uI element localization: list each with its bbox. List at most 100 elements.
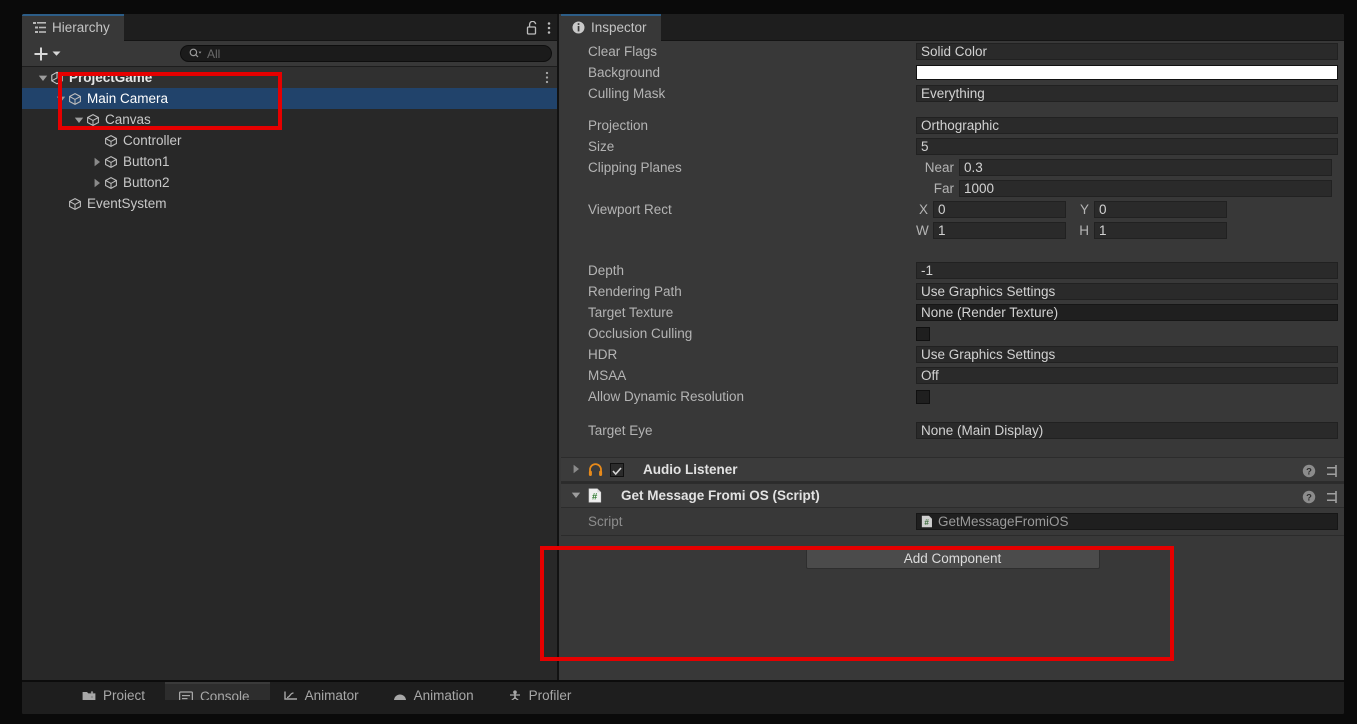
component-header-controls: ? [1302,484,1340,509]
label-far: Far [933,181,954,196]
property-row-occlusion-culling: Occlusion Culling [561,323,1344,344]
component-title: Get Message Fromi OS (Script) [621,488,820,503]
property-row-clipping-planes: Clipping Planes Near 0.3 [561,157,1344,178]
property-row-allow-dynamic-resolution: Allow Dynamic Resolution [561,386,1344,407]
label-background: Background [588,65,661,80]
field-projection[interactable]: Orthographic [916,117,1338,134]
field-size[interactable]: 5 [916,138,1338,155]
svg-text:?: ? [1306,492,1312,503]
help-circle-icon[interactable]: ? [1302,490,1316,504]
svg-text:#: # [924,518,929,527]
field-near[interactable]: 0.3 [959,159,1332,176]
hierarchy-item-controller[interactable]: Controller [22,130,557,151]
hierarchy-item-label: ProjectGame [69,70,153,85]
property-row-background: Background [561,62,1344,83]
field-value: 0 [938,202,946,217]
tab-inspector[interactable]: Inspector [561,14,661,41]
property-row-msaa: MSAA Off [561,365,1344,386]
preset-settings-icon[interactable] [1326,464,1340,478]
foldout-collapsed-icon[interactable] [90,157,104,167]
foldout-collapsed-icon[interactable] [571,461,581,479]
inspector-tabstrip: Inspector [561,14,1344,41]
hierarchy-search-input[interactable]: All [180,45,552,62]
hierarchy-item-label: Main Camera [87,91,169,106]
label-depth: Depth [588,263,625,278]
chevron-down-icon [52,50,61,57]
add-component-button[interactable]: Add Component [805,548,1100,569]
viewport-w-group: W1 [916,222,1066,239]
property-row-script: Script # GetMessageFromiOS [561,508,1344,535]
field-culling-mask[interactable]: Everything [916,85,1338,102]
foldout-expanded-icon[interactable] [36,73,50,83]
field-clear-flags[interactable]: Solid Color [916,43,1338,60]
help-circle-icon[interactable]: ? [1302,464,1316,478]
hierarchy-list-icon [33,21,46,34]
field-hdr[interactable]: Use Graphics Settings [916,346,1338,363]
hierarchy-toolbar: All [22,41,557,67]
gameobject-icon [86,113,100,127]
kebab-menu-icon[interactable] [547,21,551,35]
csharp-script-icon-sm: # [921,515,933,528]
property-row-target-texture: Target Texture None (Render Texture) [561,302,1344,323]
lock-open-icon[interactable] [526,20,538,35]
checkbox-allow-dynamic-resolution[interactable] [916,389,930,404]
hierarchy-item-eventsystem[interactable]: EventSystem [22,193,557,214]
property-row-projection: Projection Orthographic [561,115,1344,136]
hierarchy-item-label: Controller [123,133,182,148]
field-viewport-y[interactable]: 0 [1094,201,1227,218]
component-header-get-message-fromi-os-script[interactable]: # Get Message Fromi OS (Script)? [561,483,1344,508]
component-header-controls: ? [1302,458,1340,483]
label-rendering-path: Rendering Path [588,284,682,299]
foldout-expanded-icon[interactable] [72,115,86,125]
component-header-audio-listener[interactable]: Audio Listener? [561,457,1344,482]
hierarchy-tab-controls [526,14,551,41]
field-rendering-path[interactable]: Use Graphics Settings [916,283,1338,300]
field-value: 1 [938,223,946,238]
field-viewport-h[interactable]: 1 [1094,222,1227,239]
property-row-rendering-path: Rendering Path Use Graphics Settings [561,281,1344,302]
label-msaa: MSAA [588,368,627,383]
field-target-eye[interactable]: None (Main Display) [916,422,1338,439]
tab-hierarchy[interactable]: Hierarchy [22,14,124,41]
kebab-menu-icon[interactable] [545,71,549,87]
create-gameobject-button[interactable] [30,46,64,62]
label-hdr: HDR [588,347,618,362]
property-row-size: Size 5 [561,136,1344,157]
tab-inspector-label: Inspector [591,20,647,35]
hierarchy-item-canvas[interactable]: Canvas [22,109,557,130]
hierarchy-item-main-camera[interactable]: Main Camera [22,88,557,109]
hierarchy-tabstrip: Hierarchy [22,14,557,41]
preset-settings-icon[interactable] [1326,490,1340,504]
label-script: Script [588,514,623,529]
field-viewport-w[interactable]: 1 [933,222,1066,239]
hierarchy-item-button1[interactable]: Button1 [22,151,557,172]
foldout-expanded-icon[interactable] [571,487,581,505]
property-row-depth: Depth -1 [561,260,1344,281]
hierarchy-item-button2[interactable]: Button2 [22,172,557,193]
field-value: GetMessageFromiOS [938,514,1069,529]
field-value: None (Render Texture) [921,305,1059,320]
add-component-label: Add Component [903,551,1002,566]
field-depth[interactable]: -1 [916,262,1338,279]
color-field-background[interactable] [916,65,1338,80]
component-title: Audio Listener [643,462,738,477]
object-field-script[interactable]: # GetMessageFromiOS [916,513,1338,530]
field-target-texture[interactable]: None (Render Texture) [916,304,1338,321]
field-value: Use Graphics Settings [921,284,1056,299]
clipping-far-group: Far 1000 [916,180,1332,197]
label-culling-mask: Culling Mask [588,86,666,101]
foldout-expanded-icon[interactable] [54,94,68,104]
field-msaa[interactable]: Off [916,367,1338,384]
field-value: None (Main Display) [921,423,1044,438]
component-enabled-checkbox[interactable] [610,462,624,477]
field-viewport-x[interactable]: 0 [933,201,1066,218]
plus-icon [33,46,49,62]
gameobject-icon [104,176,118,190]
field-far[interactable]: 1000 [959,180,1332,197]
foldout-collapsed-icon[interactable] [90,178,104,188]
checkbox-occlusion-culling[interactable] [916,326,930,341]
hierarchy-item-projectgame[interactable]: ProjectGame [22,67,557,88]
